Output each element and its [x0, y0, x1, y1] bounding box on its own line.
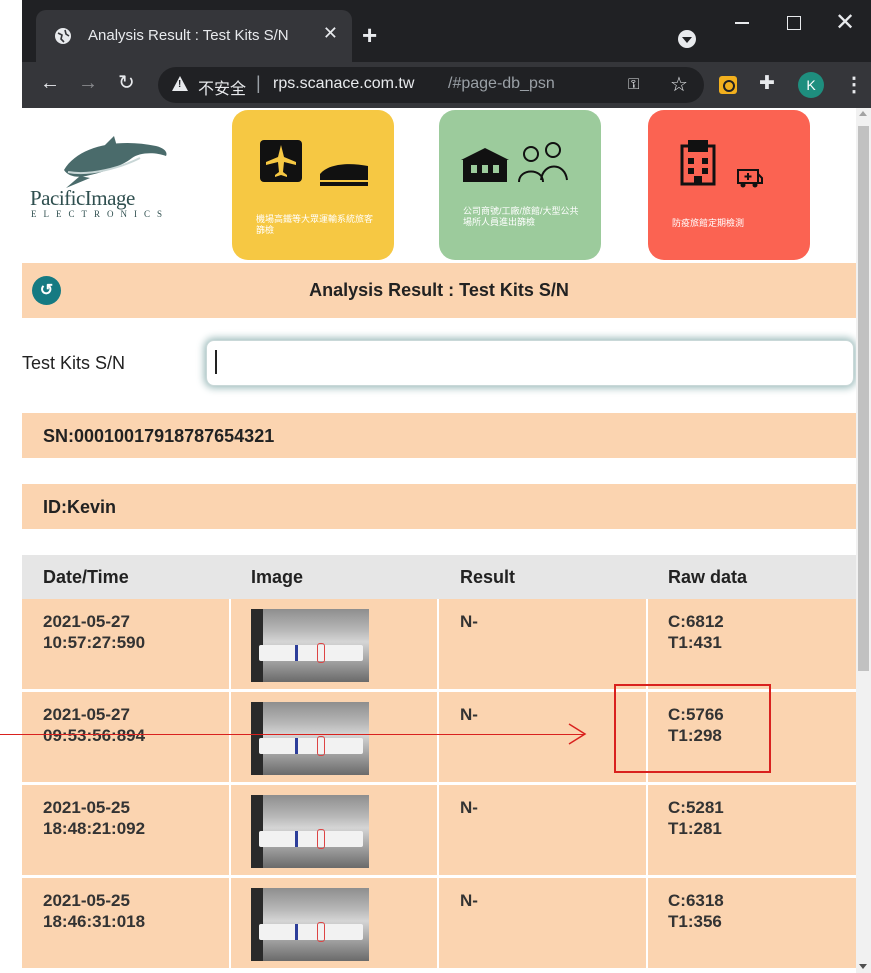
- hospital-icon: [680, 140, 716, 186]
- scroll-down-icon[interactable]: [859, 964, 867, 969]
- maximize-icon[interactable]: [787, 16, 801, 30]
- cell-date: 2021-05-25: [43, 891, 130, 910]
- new-tab-button[interactable]: +: [362, 22, 377, 48]
- address-bar[interactable]: 不安全 | rps.scanace.com.tw /#page-db_psn ⚿…: [158, 67, 704, 103]
- train-icon: [320, 164, 368, 186]
- back-button[interactable]: ↺: [32, 276, 61, 305]
- url-host: rps.scanace.com.tw: [273, 75, 415, 92]
- test-kit-image[interactable]: [251, 888, 369, 961]
- window-close-icon[interactable]: ✕: [835, 8, 855, 37]
- table-row[interactable]: 2021-05-25 18:46:31:018 N- C:6318 T1:356: [22, 878, 856, 968]
- id-info-bar: ID:Kevin: [22, 484, 856, 529]
- annotation-arrow-line: [0, 734, 585, 735]
- page-title: Analysis Result : Test Kits S/N: [309, 280, 569, 300]
- building-people-icon: [461, 142, 568, 183]
- test-kits-sn-input[interactable]: [206, 340, 854, 386]
- card-label: 公司商號/工廠/旅館/大型公共場所人員進出篩檢: [463, 206, 579, 227]
- cell-time: 10:57:27:590: [43, 633, 146, 652]
- column-header-datetime: Date/Time: [43, 567, 129, 587]
- test-kit-image[interactable]: [251, 702, 369, 775]
- airplane-icon: [260, 140, 302, 182]
- scroll-up-icon[interactable]: [859, 111, 867, 116]
- cell-result: N-: [460, 891, 478, 910]
- column-header-result: Result: [460, 567, 516, 587]
- table-header: Date/Time Image Result Raw data: [22, 555, 856, 599]
- cell-date: 2021-05-27: [43, 705, 130, 724]
- annotation-highlight-box: [614, 684, 771, 773]
- cell-raw-t1: T1:431: [668, 633, 722, 652]
- page-scrollbar[interactable]: [856, 108, 871, 973]
- url-path: /#page-db_psn: [448, 75, 555, 92]
- key-icon[interactable]: ⚿: [628, 76, 639, 93]
- profile-avatar[interactable]: K: [798, 72, 824, 98]
- logo-subtitle: ELECTRONICS: [31, 209, 170, 219]
- bookmark-star-icon[interactable]: ☆: [670, 72, 688, 97]
- card-transit-screening[interactable]: 機場高鐵等大眾運輸系統旅客篩檢: [232, 110, 394, 260]
- warning-icon[interactable]: [172, 76, 188, 91]
- forward-arrow-icon[interactable]: →: [78, 73, 98, 93]
- card-label: 機場高鐵等大眾運輸系統旅客篩檢: [256, 214, 374, 235]
- cell-time: 09:53:56:894: [43, 726, 146, 745]
- scroll-thumb[interactable]: [858, 126, 869, 671]
- minimize-icon[interactable]: [735, 22, 749, 24]
- cell-raw-t1: T1:281: [668, 819, 722, 838]
- card-label: 防疫旅館定期檢測: [672, 218, 745, 228]
- page-header: Analysis Result : Test Kits S/N ↺: [22, 263, 856, 318]
- cell-raw-t1: T1:356: [668, 912, 722, 931]
- test-kit-image[interactable]: [251, 609, 369, 682]
- close-tab-icon[interactable]: ✕: [323, 23, 338, 44]
- cell-time: 18:46:31:018: [43, 912, 146, 931]
- reload-icon[interactable]: ↻: [118, 73, 135, 93]
- tab-search-icon[interactable]: [678, 30, 696, 48]
- cell-time: 18:48:21:092: [43, 819, 146, 838]
- cell-raw-c: C:6318: [668, 891, 724, 910]
- tab-title: Analysis Result : Test Kits S/N: [88, 27, 289, 44]
- cell-raw-c: C:6812: [668, 612, 724, 631]
- insecure-label: 不安全: [198, 81, 247, 98]
- url-separator: |: [256, 73, 261, 93]
- cell-raw-c: C:5281: [668, 798, 724, 817]
- sn-value: SN:00010017918787654321: [43, 426, 275, 446]
- cell-date: 2021-05-25: [43, 798, 130, 817]
- card-quarantine-hotel[interactable]: 防疫旅館定期檢測: [648, 110, 810, 260]
- extensions-puzzle-icon[interactable]: ✚: [759, 72, 775, 95]
- cell-date: 2021-05-27: [43, 612, 130, 631]
- dolphin-icon: [64, 136, 167, 188]
- page: PacificImage ELECTRONICS 機場高鐵等大眾運輸系統旅客篩檢: [22, 108, 856, 973]
- id-value: ID:Kevin: [43, 497, 117, 517]
- logo-name: PacificImage: [30, 186, 135, 210]
- browser-toolbar: ← → ↻ 不安全 | rps.scanace.com.tw /#page-db…: [22, 62, 871, 108]
- screen: Analysis Result : Test Kits S/N ✕ + ✕ ← …: [0, 0, 871, 973]
- annotation-arrowhead: [568, 723, 587, 745]
- column-header-raw-data: Raw data: [668, 567, 748, 587]
- card-workplace-screening[interactable]: 公司商號/工廠/旅館/大型公共場所人員進出篩檢: [439, 110, 601, 260]
- browser-tab[interactable]: Analysis Result : Test Kits S/N ✕: [36, 10, 352, 62]
- text-caret: [215, 350, 217, 374]
- cell-result: N-: [460, 612, 478, 631]
- ambulance-icon: [737, 169, 763, 188]
- table-row[interactable]: 2021-05-25 18:48:21:092 N- C:5281 T1:281: [22, 785, 856, 875]
- table-row[interactable]: 2021-05-27 10:57:27:590 N- C:6812 T1:431: [22, 599, 856, 689]
- tab-strip: Analysis Result : Test Kits S/N ✕ + ✕: [22, 0, 871, 62]
- test-kits-sn-label: Test Kits S/N: [22, 353, 126, 373]
- column-header-image: Image: [251, 567, 304, 587]
- cell-result: N-: [460, 705, 478, 724]
- back-arrow-icon[interactable]: ←: [40, 73, 60, 93]
- extension-icon[interactable]: [719, 76, 737, 94]
- kebab-menu-icon[interactable]: ⋮: [844, 72, 864, 97]
- test-kit-image[interactable]: [251, 795, 369, 868]
- globe-icon: [55, 28, 71, 44]
- company-logo: PacificImage ELECTRONICS: [30, 136, 195, 226]
- sn-info-bar: SN:00010017918787654321: [22, 413, 856, 458]
- cell-result: N-: [460, 798, 478, 817]
